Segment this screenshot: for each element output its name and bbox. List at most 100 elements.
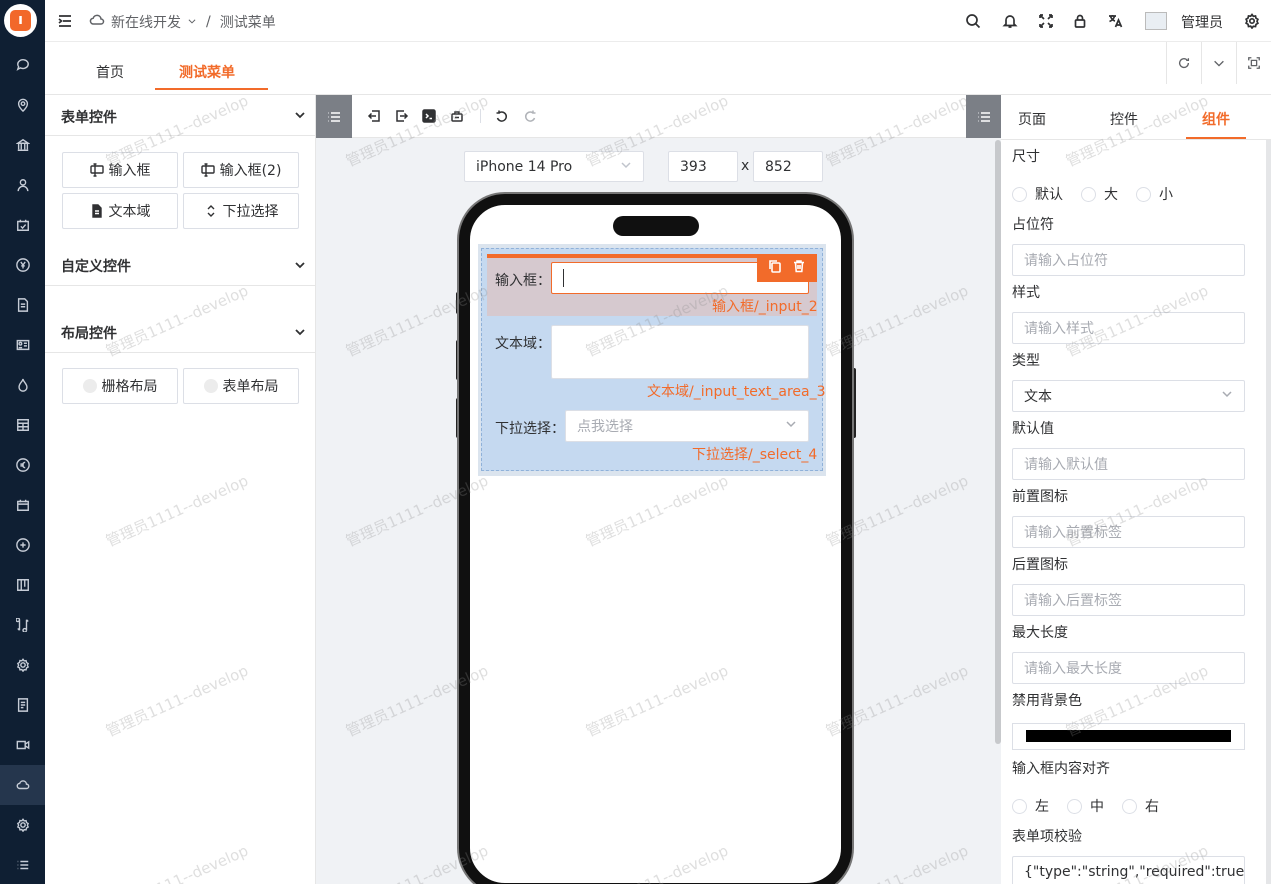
bank-icon[interactable] bbox=[0, 125, 45, 165]
redo-icon[interactable] bbox=[523, 109, 537, 123]
undo-icon[interactable] bbox=[495, 109, 509, 123]
cloud-icon bbox=[89, 12, 105, 32]
import-icon[interactable] bbox=[367, 109, 381, 123]
calendar-check-icon[interactable] bbox=[0, 205, 45, 245]
radio-circle[interactable] bbox=[1136, 186, 1151, 202]
radio-label: 右 bbox=[1145, 799, 1159, 815]
chevron-down-icon[interactable] bbox=[294, 109, 306, 121]
bell-icon[interactable] bbox=[1000, 11, 1020, 31]
radio-label: 大 bbox=[1104, 187, 1118, 203]
tab-component[interactable]: 组件 bbox=[1202, 109, 1230, 129]
tab-page[interactable]: 页面 bbox=[1018, 109, 1046, 129]
device-select[interactable]: iPhone 14 Pro bbox=[464, 151, 644, 182]
type-value: 文本 bbox=[1024, 389, 1052, 405]
table-icon[interactable] bbox=[0, 405, 45, 445]
radio-align-right[interactable]: 右 bbox=[1122, 796, 1159, 816]
device-width-input[interactable]: 393 bbox=[668, 151, 738, 182]
menu-fold-icon[interactable] bbox=[55, 11, 75, 31]
palette-form-layout-button[interactable]: 表单布局 bbox=[183, 368, 299, 404]
outline-toggle-icon[interactable] bbox=[316, 95, 352, 138]
palette-item-label: 文本域 bbox=[108, 204, 151, 220]
radio-label: 小 bbox=[1159, 187, 1173, 203]
translate-icon[interactable] bbox=[1105, 11, 1125, 31]
radio-size-large[interactable]: 大 bbox=[1081, 184, 1118, 204]
settings-icon[interactable] bbox=[1242, 11, 1262, 31]
document-icon[interactable] bbox=[0, 285, 45, 325]
radio-circle[interactable] bbox=[1067, 798, 1082, 814]
refresh-icon[interactable] bbox=[1166, 42, 1201, 84]
radio-size-small[interactable]: 小 bbox=[1136, 184, 1173, 204]
transfer-icon[interactable] bbox=[0, 605, 45, 645]
avatar[interactable] bbox=[1145, 12, 1167, 30]
lock-icon[interactable] bbox=[1070, 11, 1090, 31]
settings-icon[interactable] bbox=[0, 645, 45, 685]
preview-icon[interactable] bbox=[450, 109, 464, 123]
cloud-icon[interactable] bbox=[0, 765, 45, 805]
currency-icon[interactable] bbox=[0, 525, 45, 565]
suffix-icon-label: 后置图标 bbox=[1012, 557, 1068, 573]
fire-icon[interactable] bbox=[0, 365, 45, 405]
type-select[interactable]: 文本 bbox=[1012, 380, 1245, 412]
maximize-icon[interactable] bbox=[1236, 42, 1271, 84]
export-icon[interactable] bbox=[395, 109, 409, 123]
id-card-icon[interactable] bbox=[0, 325, 45, 365]
textarea-field-label: 文本域： bbox=[495, 336, 551, 352]
copy-icon[interactable] bbox=[768, 259, 782, 277]
color-picker[interactable] bbox=[1012, 723, 1245, 750]
radio-circle[interactable] bbox=[1012, 186, 1027, 202]
palette-input2-button[interactable]: 输入框(2) bbox=[183, 152, 299, 188]
device-height-input[interactable]: 852 bbox=[753, 151, 823, 182]
gear-icon[interactable] bbox=[0, 805, 45, 845]
report-icon[interactable] bbox=[0, 685, 45, 725]
palette-textarea-button[interactable]: 文本域 bbox=[62, 193, 178, 229]
chevron-down-icon[interactable] bbox=[1201, 42, 1236, 84]
tab-control[interactable]: 控件 bbox=[1110, 109, 1138, 129]
username[interactable]: 管理员 bbox=[1181, 12, 1223, 32]
radio-circle[interactable] bbox=[1122, 798, 1137, 814]
palette-grid-layout-button[interactable]: 栅格布局 bbox=[62, 368, 178, 404]
app-logo[interactable]: ı bbox=[4, 4, 37, 37]
chevron-down-icon[interactable] bbox=[187, 14, 197, 30]
chat-icon[interactable] bbox=[0, 45, 45, 85]
radio-align-center[interactable]: 中 bbox=[1067, 796, 1104, 816]
radio-circle[interactable] bbox=[1081, 186, 1096, 202]
style-input[interactable]: 请输入样式 bbox=[1012, 312, 1245, 344]
board-icon[interactable] bbox=[0, 565, 45, 605]
user-icon[interactable] bbox=[0, 165, 45, 205]
palette-input-button[interactable]: 输入框 bbox=[62, 152, 178, 188]
calendar-icon[interactable] bbox=[0, 485, 45, 525]
default-value-input[interactable]: 请输入默认值 bbox=[1012, 448, 1245, 480]
radio-align-left[interactable]: 左 bbox=[1012, 796, 1049, 816]
tab-test-menu[interactable]: 测试菜单 bbox=[179, 62, 235, 82]
search-icon[interactable] bbox=[963, 11, 983, 31]
fullscreen-icon[interactable] bbox=[1036, 11, 1056, 31]
radio-size-default[interactable]: 默认 bbox=[1012, 184, 1063, 204]
radio-circle[interactable] bbox=[1012, 798, 1027, 814]
list-icon[interactable] bbox=[0, 845, 45, 884]
canvas-textarea[interactable] bbox=[551, 325, 809, 379]
chevron-down-icon[interactable] bbox=[294, 259, 306, 271]
max-length-input[interactable]: 请输入最大长度 bbox=[1012, 652, 1245, 684]
structure-toggle-icon[interactable] bbox=[966, 95, 1002, 138]
placeholder-input[interactable]: 请输入占位符 bbox=[1012, 244, 1245, 276]
location-icon[interactable] bbox=[0, 85, 45, 125]
tab-home[interactable]: 首页 bbox=[96, 62, 124, 82]
delete-icon[interactable] bbox=[792, 259, 806, 277]
euro-icon[interactable] bbox=[0, 445, 45, 485]
suffix-input[interactable]: 请输入后置标签 bbox=[1012, 584, 1245, 616]
validation-input[interactable]: {"type":"string","required":true," bbox=[1012, 856, 1245, 884]
top-header: 新在线开发 / 测试菜单 管理员 bbox=[45, 0, 1271, 42]
canvas-select[interactable]: 点我选择 bbox=[565, 410, 809, 442]
breadcrumb-root[interactable]: 新在线开发 bbox=[111, 12, 181, 32]
input-icon bbox=[200, 163, 215, 177]
chevron-down-icon[interactable] bbox=[294, 326, 306, 338]
video-icon[interactable] bbox=[0, 725, 45, 765]
palette-item-label: 表单布局 bbox=[222, 379, 279, 395]
divider bbox=[45, 135, 316, 136]
panel-scrollbar[interactable] bbox=[1266, 140, 1271, 884]
breadcrumb: 新在线开发 / 测试菜单 bbox=[89, 12, 276, 32]
palette-select-button[interactable]: 下拉选择 bbox=[183, 193, 299, 229]
prefix-input[interactable]: 请输入前置标签 bbox=[1012, 516, 1245, 548]
code-icon[interactable] bbox=[422, 109, 436, 123]
yen-icon[interactable] bbox=[0, 245, 45, 285]
